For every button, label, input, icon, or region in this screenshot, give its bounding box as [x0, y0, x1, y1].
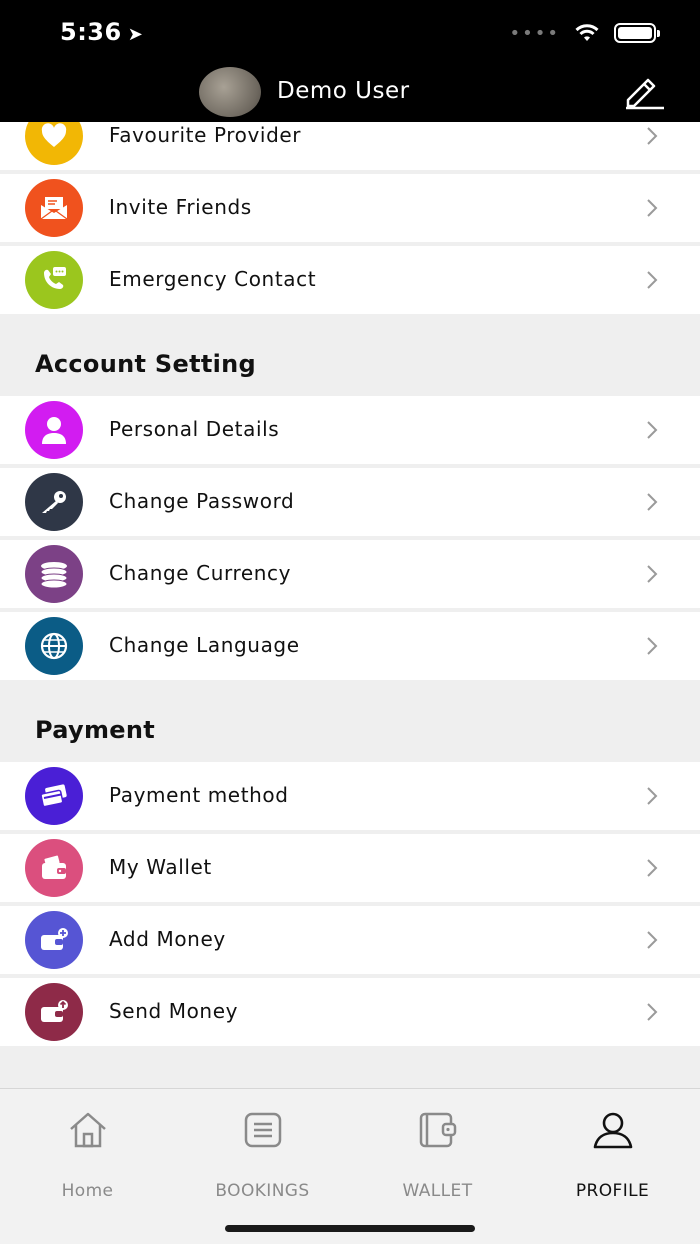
- tab-label: WALLET: [402, 1181, 473, 1201]
- menu-item-label: Add Money: [109, 927, 226, 951]
- menu-item-payment-method[interactable]: Payment method: [0, 762, 700, 830]
- menu-item-my-wallet[interactable]: My Wallet: [0, 834, 700, 902]
- menu-item-change-language[interactable]: Change Language: [0, 612, 700, 680]
- menu-item-label: Payment method: [109, 783, 289, 807]
- menu-item-invite-friends[interactable]: Invite Friends: [0, 174, 700, 242]
- tab-label: BOOKINGS: [215, 1181, 310, 1201]
- wallet-icon: [25, 839, 83, 897]
- wallet-icon: [419, 1112, 456, 1148]
- tab-home[interactable]: Home: [0, 1111, 175, 1201]
- menu-item-label: Favourite Provider: [109, 123, 302, 147]
- menu-item-label: Send Money: [109, 999, 239, 1023]
- phone-chat-icon: [25, 251, 83, 309]
- chevron-right-icon: [647, 637, 658, 655]
- menu-item-label: Change Currency: [109, 561, 292, 585]
- app-header: 5:36 ➤ •••• Demo User: [0, 0, 700, 122]
- menu-item-label: Personal Details: [109, 417, 280, 441]
- menu-item-change-password[interactable]: Change Password: [0, 468, 700, 536]
- heart-icon: [25, 122, 83, 165]
- menu-item-emergency-contact[interactable]: Emergency Contact: [0, 246, 700, 314]
- chevron-right-icon: [647, 931, 658, 949]
- globe-icon: [25, 617, 83, 675]
- section-title-account-setting: Account Setting: [35, 350, 257, 378]
- tab-profile[interactable]: PROFILE: [525, 1111, 700, 1201]
- tab-wallet[interactable]: WALLET: [350, 1111, 525, 1201]
- battery-icon: [614, 23, 660, 43]
- bottom-tab-bar: Home BOOKINGS WALLET PROFILE: [0, 1088, 700, 1244]
- tab-label: PROFILE: [575, 1181, 650, 1201]
- menu-item-change-currency[interactable]: Change Currency: [0, 540, 700, 608]
- cards-icon: [25, 767, 83, 825]
- home-icon: [69, 1112, 106, 1148]
- chevron-right-icon: [647, 859, 658, 877]
- menu-item-label: My Wallet: [109, 855, 212, 879]
- tab-label: Home: [61, 1181, 114, 1201]
- menu-item-personal-details[interactable]: Personal Details: [0, 396, 700, 464]
- menu-item-label: Change Password: [109, 489, 295, 513]
- chevron-right-icon: [647, 199, 658, 217]
- home-indicator: [225, 1225, 475, 1232]
- key-icon: [25, 473, 83, 531]
- coins-icon: [25, 545, 83, 603]
- status-time: 5:36 ➤: [60, 18, 144, 46]
- wallet-add-icon: [25, 911, 83, 969]
- tab-bookings[interactable]: BOOKINGS: [175, 1111, 350, 1201]
- list-icon: [244, 1112, 281, 1148]
- person-icon: [25, 401, 83, 459]
- menu-item-favourite-provider[interactable]: Favourite Provider: [0, 122, 700, 170]
- signal-dots-icon: ••••: [509, 22, 560, 44]
- chevron-right-icon: [647, 421, 658, 439]
- chevron-right-icon: [647, 787, 658, 805]
- section-title-payment: Payment: [35, 716, 155, 744]
- menu-item-label: Emergency Contact: [109, 267, 317, 291]
- chevron-right-icon: [647, 127, 658, 145]
- location-arrow-icon: ➤: [127, 24, 144, 45]
- menu-item-add-money[interactable]: Add Money: [0, 906, 700, 974]
- menu-item-label: Change Language: [109, 633, 300, 657]
- chevron-right-icon: [647, 565, 658, 583]
- menu-item-send-money[interactable]: Send Money: [0, 978, 700, 1046]
- profile-menu: Favourite Provider Invite Friends Emerge…: [0, 122, 700, 1088]
- wallet-send-icon: [25, 983, 83, 1041]
- edit-icon[interactable]: [622, 72, 666, 110]
- status-indicators: ••••: [509, 22, 660, 44]
- person-outline-icon: [593, 1112, 632, 1149]
- menu-item-label: Invite Friends: [109, 195, 252, 219]
- avatar[interactable]: [199, 67, 261, 117]
- chevron-right-icon: [647, 493, 658, 511]
- user-name: Demo User: [277, 78, 410, 104]
- envelope-icon: [25, 179, 83, 237]
- chevron-right-icon: [647, 271, 658, 289]
- wifi-icon: [575, 24, 599, 41]
- chevron-right-icon: [647, 1003, 658, 1021]
